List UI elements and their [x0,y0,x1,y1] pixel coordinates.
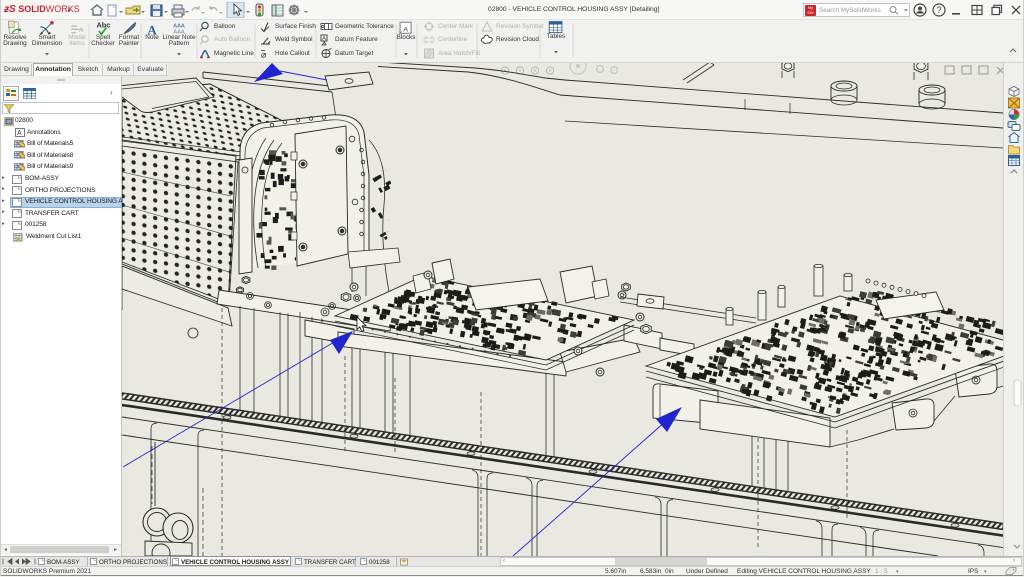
svg-text:?: ? [936,5,941,15]
svg-text:A: A [17,130,22,137]
svg-text:Abc: Abc [96,21,110,30]
svg-text:⌀: ⌀ [261,50,267,60]
svg-text:A: A [403,27,408,34]
